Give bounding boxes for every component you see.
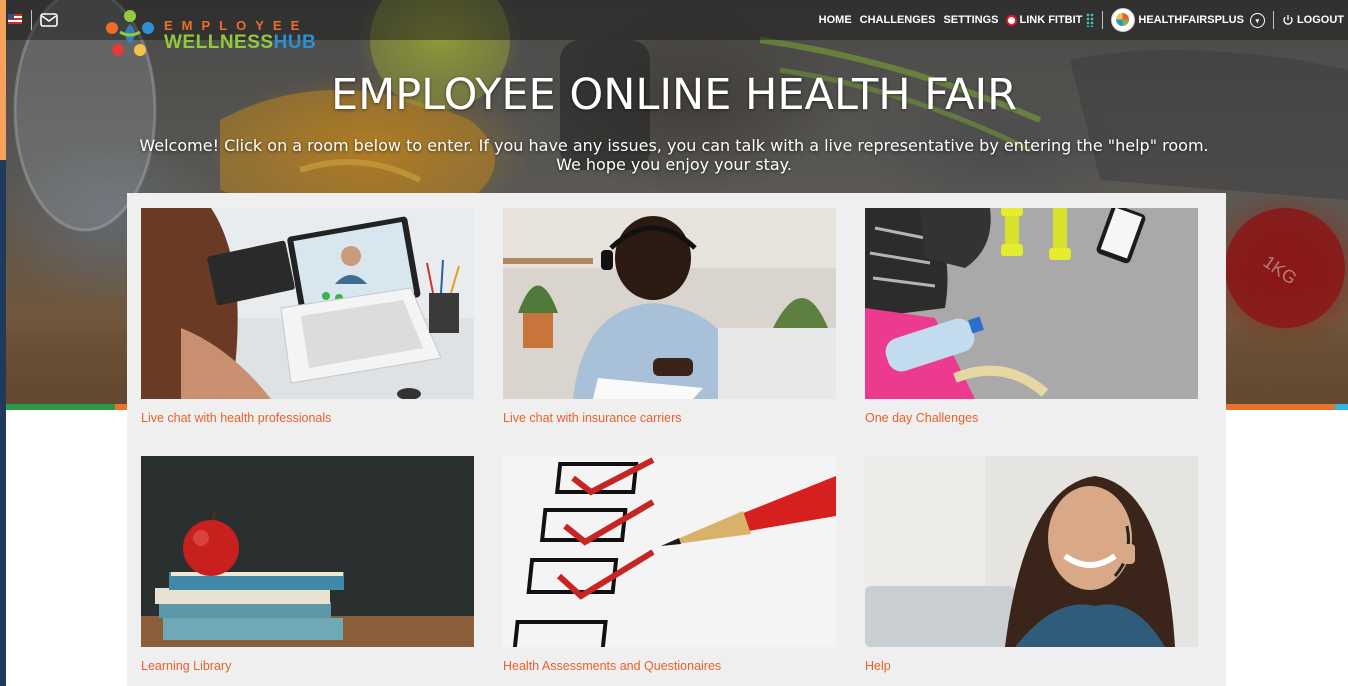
nav-link-fitbit[interactable]: LINK FITBIT <box>1006 13 1095 27</box>
power-icon <box>1283 15 1293 25</box>
divider <box>1102 11 1104 29</box>
room-label[interactable]: Live chat with health professionals <box>141 411 331 425</box>
username-label: HEALTHFAIRSPLUS <box>1138 13 1244 26</box>
welcome-line-2: We hope you enjoy your stay. <box>556 155 792 174</box>
welcome-message: Welcome! Click on a room below to enter.… <box>100 136 1248 174</box>
left-edge-strip <box>0 0 6 686</box>
logo-wellness: WELLNESS <box>164 32 274 53</box>
room-image-man-headset[interactable] <box>503 208 836 399</box>
room-image-apple-books[interactable] <box>141 456 474 647</box>
link-fitbit-label: LINK FITBIT <box>1019 13 1083 26</box>
room-label[interactable]: Health Assessments and Questionaires <box>503 659 721 673</box>
fitbit-status-icon <box>1006 14 1018 26</box>
page-title: EMPLOYEE ONLINE HEALTH FAIR <box>330 70 1018 120</box>
logo-line2: WELLNESSHUB <box>164 32 316 54</box>
logout-button[interactable]: LOGOUT <box>1282 14 1344 26</box>
logo-line1: EMPLOYEE <box>164 18 309 33</box>
room-image-checklist[interactable] <box>503 456 836 647</box>
nav-settings[interactable]: SETTINGS <box>943 14 998 26</box>
welcome-line-1: Welcome! Click on a room below to enter.… <box>139 136 1209 155</box>
fitbit-logo-icon <box>1086 13 1095 27</box>
chevron-down-icon[interactable]: ▾ <box>1249 13 1265 29</box>
room-image-video-call[interactable] <box>141 208 474 399</box>
us-flag-icon[interactable] <box>8 14 22 24</box>
nav-home[interactable]: HOME <box>819 14 852 26</box>
main-nav: HOME CHALLENGES SETTINGS LINK FITBIT HEA… <box>815 0 1348 40</box>
employee-wellness-hub-logo[interactable]: EMPLOYEE WELLNESSHUB <box>100 4 330 62</box>
top-navigation-bar: EMPLOYEE WELLNESSHUB HOME CHALLENGES SET… <box>0 0 1348 56</box>
avatar <box>1111 8 1136 32</box>
room-label[interactable]: Live chat with insurance carriers <box>503 411 682 425</box>
divider <box>1272 11 1274 29</box>
room-label[interactable]: Learning Library <box>141 659 231 673</box>
room-label[interactable]: Help <box>865 659 891 673</box>
user-menu[interactable]: HEALTHFAIRSPLUS ▾ <box>1111 8 1265 32</box>
rooms-panel: Live chat with health professionals Live… <box>127 193 1226 686</box>
logo-emblem-icon <box>106 10 154 56</box>
mail-icon[interactable] <box>40 12 58 28</box>
logo-hub: HUB <box>273 32 317 53</box>
room-label[interactable]: One day Challenges <box>865 411 978 425</box>
nav-challenges[interactable]: CHALLENGES <box>860 14 936 26</box>
divider <box>31 10 32 30</box>
logout-label: LOGOUT <box>1296 13 1344 26</box>
room-image-support-agent[interactable] <box>865 456 1198 647</box>
room-image-fitness-gear[interactable] <box>865 208 1198 399</box>
